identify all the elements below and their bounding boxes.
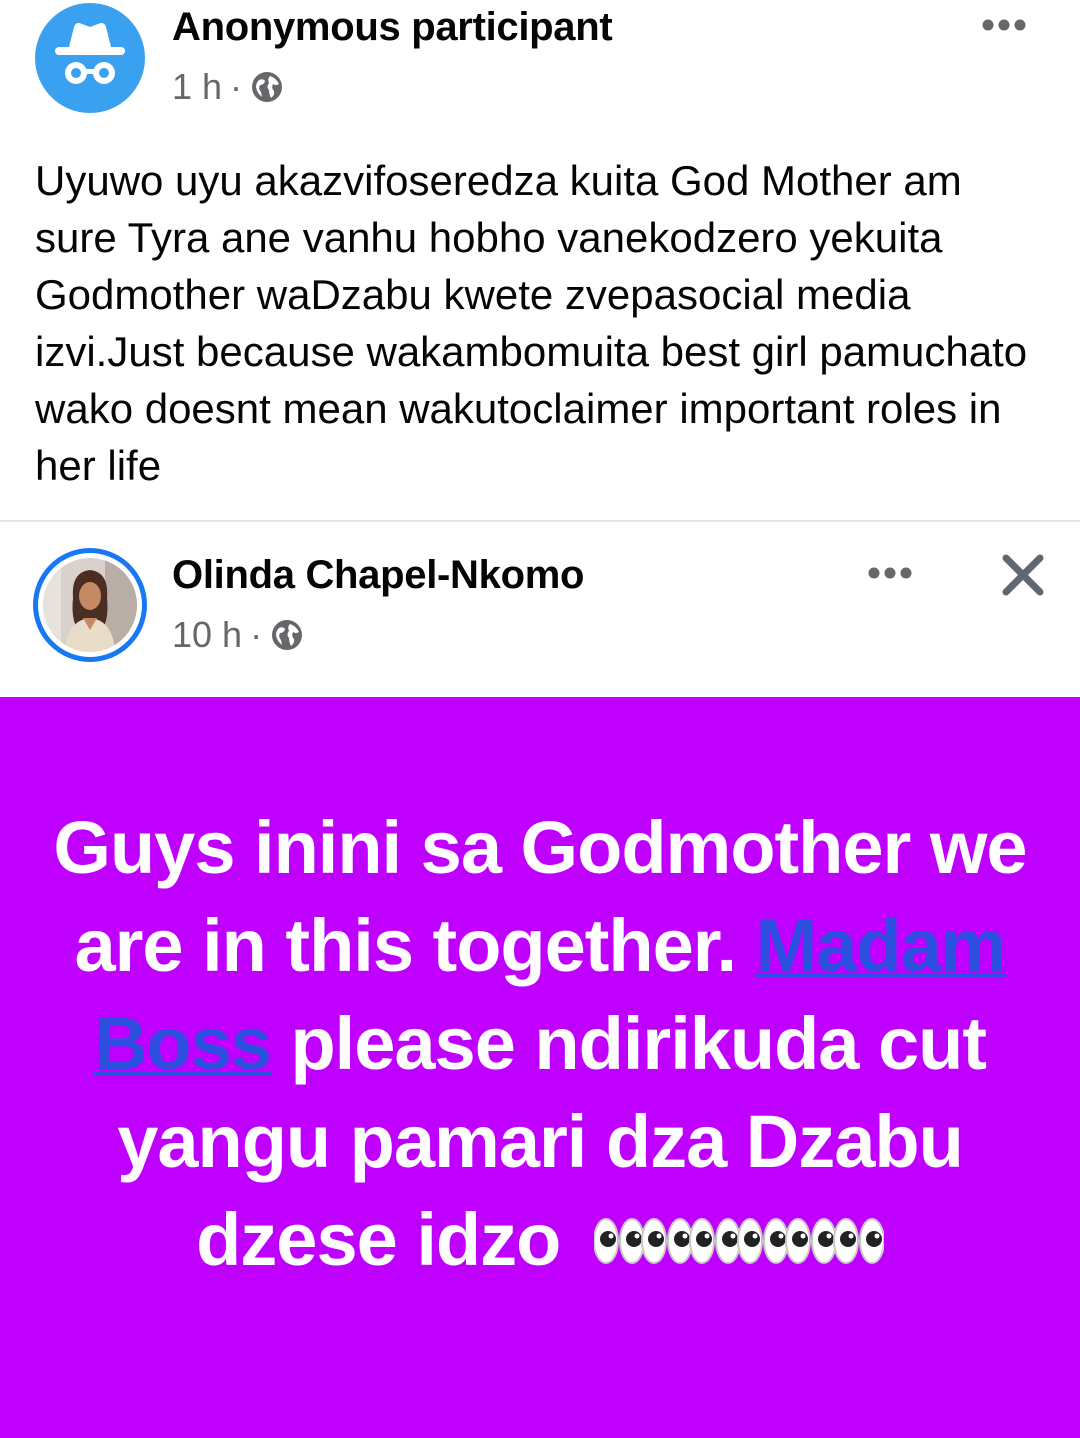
post-meta: 1 h · bbox=[172, 66, 284, 108]
shared-post-meta: 10 h · bbox=[172, 614, 304, 656]
globe-icon bbox=[252, 72, 283, 102]
meta-separator: · bbox=[230, 66, 243, 107]
status-text: Guys inini sa Godmother we are in this t… bbox=[40, 799, 1040, 1289]
profile-photo bbox=[43, 558, 137, 652]
post-header: Anonymous participant 1 h · bbox=[0, 0, 1080, 130]
post-author-name[interactable]: Anonymous participant bbox=[172, 5, 613, 50]
meta-separator: · bbox=[250, 614, 263, 655]
hide-post-button[interactable] bbox=[996, 548, 1050, 602]
shared-author-avatar[interactable] bbox=[33, 548, 147, 662]
shared-post-options-button[interactable] bbox=[864, 556, 916, 590]
more-dots-icon bbox=[868, 567, 912, 579]
post-options-button[interactable] bbox=[978, 8, 1030, 42]
post-time[interactable]: 1 h bbox=[172, 66, 222, 108]
more-dots-icon bbox=[982, 19, 1026, 31]
shared-post-header bbox=[0, 522, 1080, 696]
incognito-icon bbox=[55, 23, 125, 84]
close-icon bbox=[1002, 554, 1044, 596]
eyes-emoji-icon bbox=[593, 1206, 884, 1276]
colored-status-background: Guys inini sa Godmother we are in this t… bbox=[0, 697, 1080, 1438]
shared-post-time[interactable]: 10 h bbox=[172, 614, 242, 656]
anonymous-avatar[interactable] bbox=[35, 3, 145, 113]
post-body-text: Uyuwo uyu akazvifoseredza kuita God Moth… bbox=[35, 157, 1028, 489]
shared-author-name[interactable]: Olinda Chapel-Nkomo bbox=[172, 553, 584, 598]
globe-icon bbox=[272, 620, 303, 650]
